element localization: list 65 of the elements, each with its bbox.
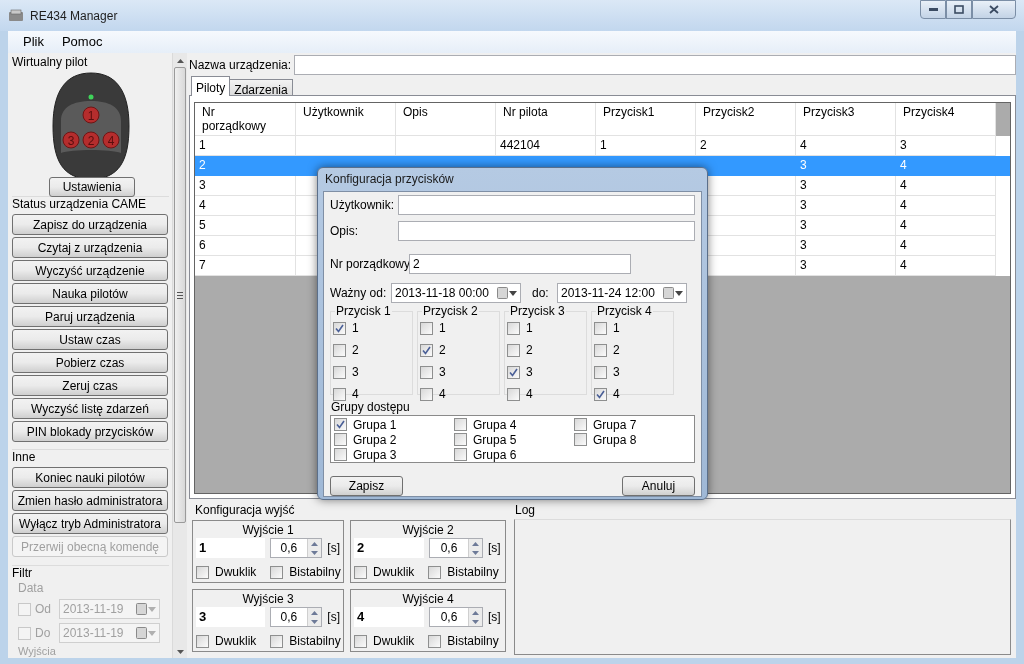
unit-label: [s] xyxy=(488,609,501,626)
section-label: Status urządzenia CAME xyxy=(12,196,169,211)
checkbox-label: 1 xyxy=(352,320,359,337)
checkbox-label: Od xyxy=(35,601,51,618)
checkbox-label: 4 xyxy=(439,386,446,403)
checkbox-label: Bistabilny xyxy=(289,633,341,650)
unit-label: [s] xyxy=(488,540,501,557)
checkbox-label: Grupa 3 xyxy=(353,447,397,464)
checkbox-label: Bistabilny xyxy=(447,633,499,650)
checkbox-label: Dwuklik xyxy=(373,633,415,650)
checkbox-label: Grupa 7 xyxy=(593,416,637,434)
table-cell: 7 xyxy=(195,256,296,276)
checkbox-label: 3 xyxy=(613,364,620,381)
checkbox-label: 3 xyxy=(439,364,446,381)
unit-label: [s] xyxy=(327,540,340,557)
group-label: Przycisk 4 xyxy=(596,304,653,318)
field-label: Nazwa urządzenia: xyxy=(189,57,292,74)
group-label: Wyjścia xyxy=(18,645,57,658)
table-cell: 3 xyxy=(796,256,896,276)
checkbox-label: 4 xyxy=(352,386,359,402)
box-title: Wyjście 3 xyxy=(241,592,295,606)
checkbox-label: 1 xyxy=(526,320,533,337)
checkbox-label: Grupa 6 xyxy=(473,447,517,464)
field-label: Nr porządkowy xyxy=(330,256,409,273)
group-label: Przycisk 3 xyxy=(509,304,566,318)
checkbox-label: Grupa 2 xyxy=(353,432,397,449)
checkbox-label: Bistabilny xyxy=(289,564,341,581)
field-label: Ważny od: xyxy=(330,285,388,302)
checkbox-label: 3 xyxy=(526,364,533,381)
box-title: Wyjście 2 xyxy=(401,523,455,537)
checkbox-label: Grupa 1 xyxy=(353,416,397,434)
checkbox-label: 2 xyxy=(613,342,620,359)
box-title: Wyjście 1 xyxy=(241,523,295,537)
group-label: Przycisk 1 xyxy=(335,304,392,318)
checkbox-label: 2 xyxy=(526,342,533,359)
box-title: Wyjście 4 xyxy=(401,592,455,606)
field-label: Użytkownik: xyxy=(330,197,395,214)
group-label: Data xyxy=(18,581,45,595)
group-label: Log xyxy=(515,502,537,518)
checkbox-label: Dwuklik xyxy=(215,564,257,581)
group-label: Przycisk 2 xyxy=(422,304,479,318)
section-label: Filtr xyxy=(12,565,169,580)
checkbox-label: Bistabilny xyxy=(447,564,499,581)
unit-label: [s] xyxy=(327,609,340,626)
checkbox-label: 4 xyxy=(613,386,620,403)
checkbox-label: 2 xyxy=(352,342,359,359)
checkbox-label: 3 xyxy=(352,364,359,381)
checkbox-label: Grupa 4 xyxy=(473,416,517,434)
section-label: Inne xyxy=(12,449,169,464)
window-title: RE434 Manager xyxy=(30,7,118,25)
checkbox-label: 1 xyxy=(439,320,446,337)
group-label: Konfiguracja wyjść xyxy=(195,502,296,518)
field-label: do: xyxy=(532,285,550,302)
checkbox-label: Do xyxy=(35,625,51,642)
table-cell: 4 xyxy=(896,256,996,276)
checkbox-label: 1 xyxy=(613,320,620,337)
checkbox-label: 2 xyxy=(439,342,446,359)
checkbox-label: Grupa 5 xyxy=(473,432,517,449)
group-label: Grupy dostępu xyxy=(331,400,411,414)
checkbox-label: 4 xyxy=(526,386,533,403)
group-label: Wirtualny pilot xyxy=(12,54,89,70)
checkbox-label: Dwuklik xyxy=(215,633,257,650)
checkbox-label: Dwuklik xyxy=(373,564,415,581)
checkbox-label: Grupa 8 xyxy=(593,432,637,449)
field-label: Opis: xyxy=(330,223,359,240)
